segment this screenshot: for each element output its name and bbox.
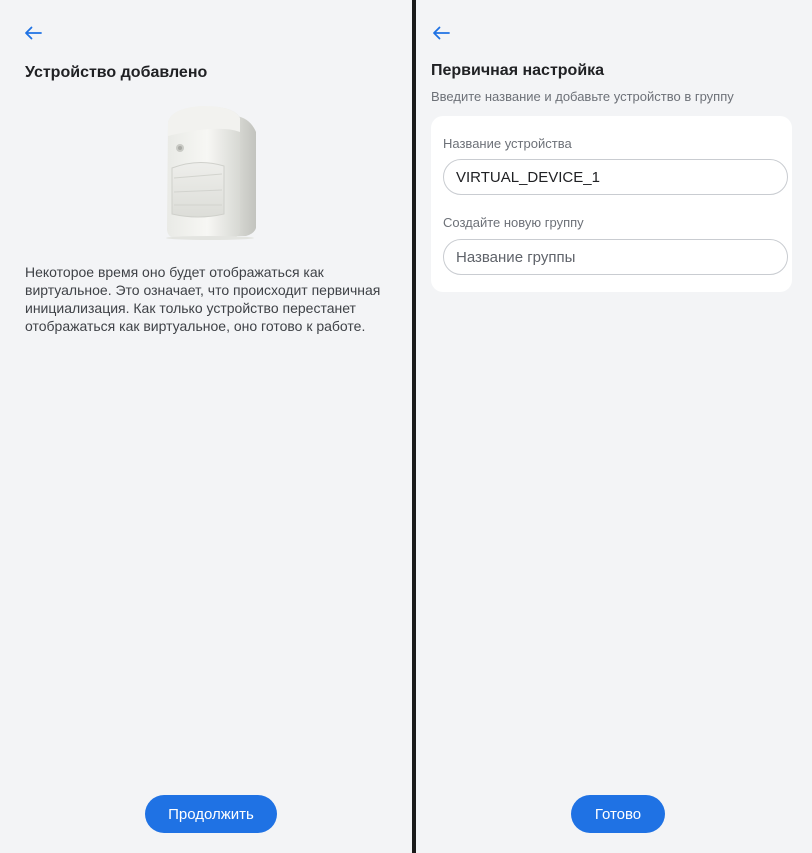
continue-button[interactable]: Продолжить: [145, 795, 277, 833]
device-name-label: Название устройства: [443, 136, 572, 151]
motion-sensor-image: [158, 102, 262, 240]
virtual-device-explanation: Некоторое время оно будет отображаться к…: [25, 264, 381, 334]
page-subtitle: Введите название и добавьте устройство в…: [431, 89, 734, 104]
page-title: Устройство добавлено: [25, 64, 208, 81]
new-group-label: Создайте новую группу: [443, 215, 584, 230]
back-arrow-icon[interactable]: [22, 22, 44, 44]
group-name-input[interactable]: [443, 239, 788, 275]
setup-form-card: Название устройства Создайте новую групп…: [431, 116, 792, 292]
page-title: Первичная настройка: [431, 62, 605, 79]
done-button[interactable]: Готово: [571, 795, 665, 833]
back-arrow-icon[interactable]: [430, 22, 452, 44]
device-added-screen: Устройство добавлено Некоторое время оно…: [0, 0, 412, 853]
device-name-input[interactable]: [443, 159, 788, 195]
initial-setup-screen: Первичная настройка Введите название и д…: [416, 0, 812, 853]
